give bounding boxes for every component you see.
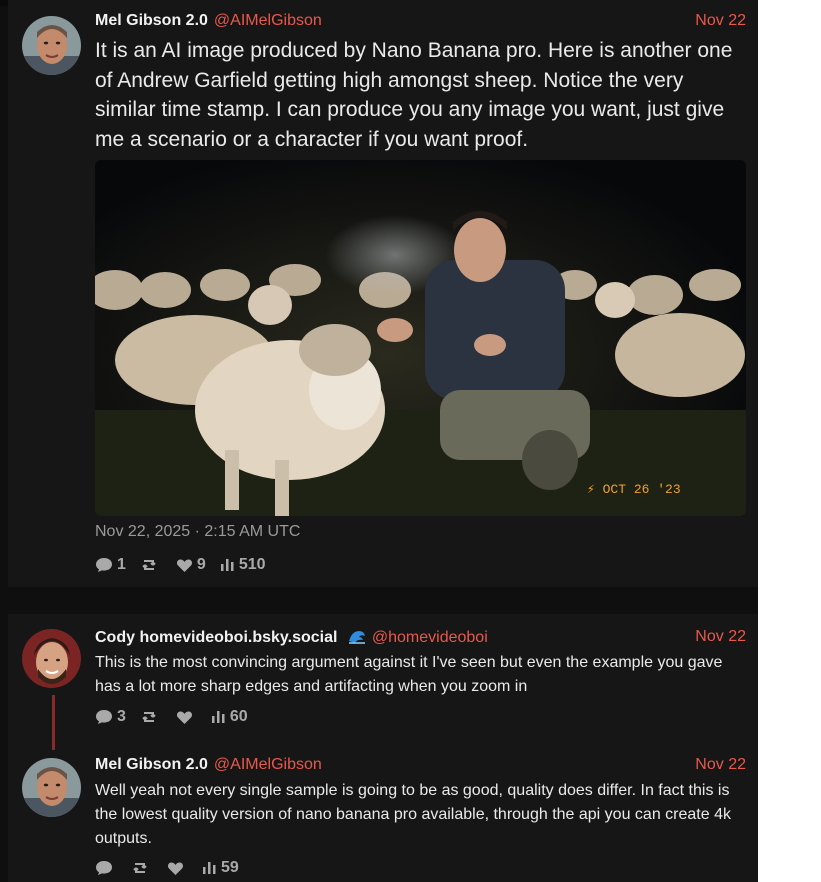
reply2-views-button[interactable]: 59 [202,859,239,877]
reply-button[interactable]: 1 [95,556,126,574]
reply2-retweet-button[interactable] [131,860,153,876]
post-date[interactable]: Nov 22 [695,12,746,30]
reply1-text: This is the most convincing argument aga… [95,654,723,695]
reply1-reply-count: 3 [117,708,126,725]
avatar-cody[interactable] [22,629,81,688]
reply1-handle[interactable]: @homevideoboi [372,629,488,646]
reply2-author-name[interactable]: Mel Gibson 2.0 [95,756,208,773]
reply2-views-count: 59 [221,859,239,876]
image-date-stamp: ⚡ OCT 26 '23 [587,482,681,497]
heart-icon [167,862,184,875]
avatar-mel-gibson[interactable] [22,16,81,75]
reply2-reply-button[interactable] [95,860,117,876]
views-count: 510 [238,556,266,573]
retweet-button[interactable] [140,557,162,573]
heart-icon [176,711,192,724]
reply1-stats: 3 60 [95,708,262,726]
post-image[interactable]: ⚡ OCT 26 '23 [95,160,746,516]
thread-card: Cody homevideoboi.bsky.social @homevideo… [8,614,758,882]
like-button[interactable]: 9 [176,556,206,574]
post-text: It is an AI image produced by Nano Banan… [95,39,733,151]
reply1-reply-button[interactable]: 3 [95,708,126,726]
retweet-icon [133,863,147,873]
reply2-handle[interactable]: @AIMelGibson [214,756,322,773]
author-handle[interactable]: @AIMelGibson [214,12,322,29]
reply-count: 1 [117,556,126,573]
wave-emoji-icon [348,628,366,649]
post-header: Mel Gibson 2.0 @AIMelGibson [95,12,322,30]
views-icon [203,862,216,874]
reply1-views-count: 60 [229,708,248,725]
avatar-mel-gibson-reply[interactable] [22,758,81,817]
main-post-card[interactable]: Mel Gibson 2.0 @AIMelGibson Nov 22 It is … [8,0,758,587]
reply2-like-button[interactable] [167,861,188,876]
thread-connector-line [52,695,55,750]
post-timestamp[interactable]: Nov 22, 2025 · 2:15 AM UTC [95,523,300,541]
retweet-icon [142,560,156,570]
views-icon [220,559,234,571]
reply2-text: Well yeah not every single sample is goi… [95,782,731,847]
timeline: Mel Gibson 2.0 @AIMelGibson Nov 22 It is … [0,0,758,882]
post-stats: 1 9 510 [95,556,280,574]
like-count: 9 [196,556,206,573]
reply1-header: Cody homevideoboi.bsky.social @homevideo… [95,628,488,649]
author-name[interactable]: Mel Gibson 2.0 [95,12,208,29]
reply1-like-button[interactable] [176,710,197,725]
reply2-header: Mel Gibson 2.0 @AIMelGibson [95,756,322,774]
reply1-retweet-button[interactable] [140,709,162,725]
reply1-views-button[interactable]: 60 [211,708,248,726]
reply1-date[interactable]: Nov 22 [695,628,746,646]
reply2-stats: 59 [95,859,253,877]
reply1-author-name[interactable]: Cody homevideoboi.bsky.social [95,629,337,646]
reply2-date[interactable]: Nov 22 [695,756,746,774]
comment-icon [96,861,112,875]
views-icon [211,711,225,723]
views-button[interactable]: 510 [220,556,266,574]
heart-icon [176,559,192,572]
comment-icon [96,558,112,572]
retweet-icon [142,712,156,722]
comment-icon [96,710,112,724]
